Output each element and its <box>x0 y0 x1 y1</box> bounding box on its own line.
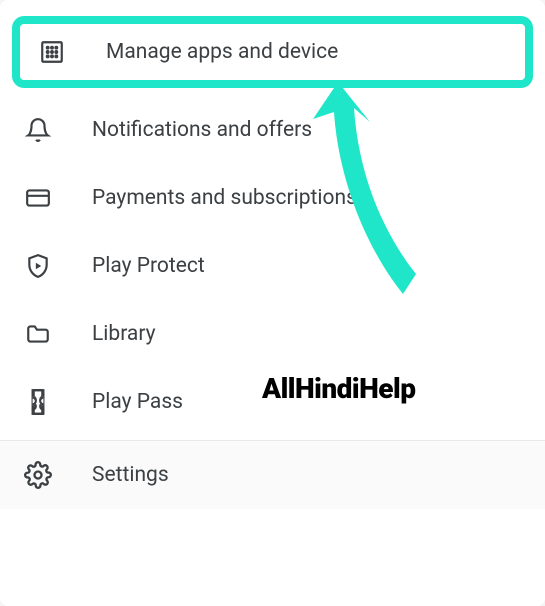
gear-icon <box>24 461 52 489</box>
bell-icon <box>24 116 52 144</box>
menu-label: Play Pass <box>92 390 183 414</box>
menu-label: Payments and subscriptions <box>92 186 357 210</box>
menu-item-play-protect[interactable]: Play Protect <box>0 232 545 300</box>
apps-grid-icon <box>38 38 66 66</box>
menu-item-play-pass[interactable]: Play Pass <box>0 368 545 436</box>
shield-play-icon <box>24 252 52 280</box>
folder-icon <box>24 320 52 348</box>
menu-item-settings[interactable]: Settings <box>0 441 545 509</box>
menu-label: Settings <box>92 463 169 487</box>
menu-label: Manage apps and device <box>106 40 338 64</box>
menu-item-library[interactable]: Library <box>0 300 545 368</box>
menu-label: Play Protect <box>92 254 205 278</box>
settings-section: Settings <box>0 440 545 509</box>
menu-item-payments[interactable]: Payments and subscriptions <box>0 164 545 232</box>
highlight-frame: Manage apps and device <box>12 16 533 88</box>
menu-item-manage-apps[interactable]: Manage apps and device <box>20 24 525 80</box>
ticket-icon <box>24 388 52 416</box>
menu-label: Notifications and offers <box>92 118 312 142</box>
menu-item-notifications[interactable]: Notifications and offers <box>0 96 545 164</box>
card-icon <box>24 184 52 212</box>
highlight-inner: Manage apps and device <box>20 24 525 80</box>
menu-label: Library <box>92 322 156 346</box>
account-menu: Manage apps and device Notifications and… <box>0 0 545 606</box>
